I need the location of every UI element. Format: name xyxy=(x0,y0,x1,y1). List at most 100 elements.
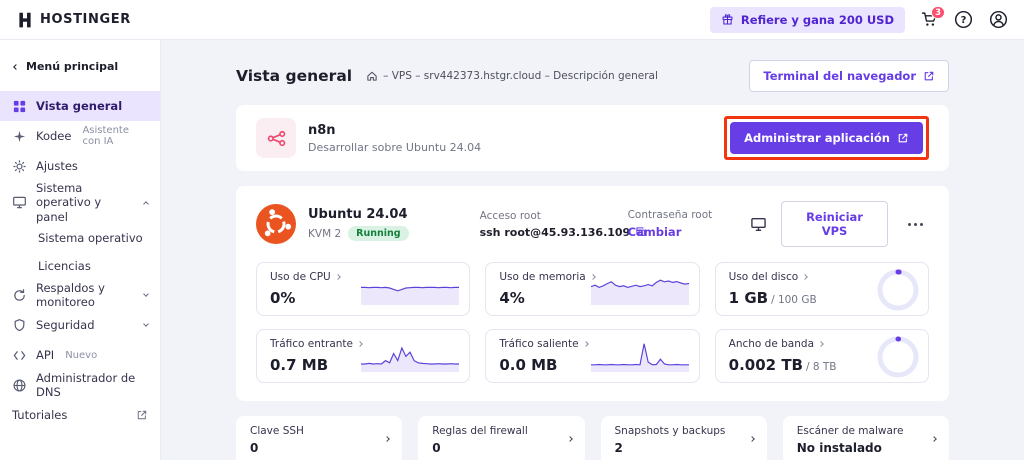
cart-count-badge: 3 xyxy=(931,6,945,19)
sidebar-item-vista-general[interactable]: Vista general xyxy=(0,91,160,121)
external-link-icon xyxy=(136,409,148,421)
restart-vps-button[interactable]: Reiniciar VPS xyxy=(781,201,889,247)
hostinger-logo[interactable]: HOSTINGER xyxy=(16,11,131,29)
sidebar-item-sistema-operativo-panel[interactable]: Sistema operativo y panel xyxy=(0,181,160,224)
hostinger-h-icon xyxy=(16,11,34,29)
chevron-right-icon xyxy=(384,436,390,442)
console-icon[interactable] xyxy=(750,216,767,233)
os-name: Ubuntu 24.04 xyxy=(308,207,480,222)
page-title: Vista general xyxy=(236,67,352,85)
sidebar-label: Administrador de DNS xyxy=(36,371,148,400)
ubuntu-logo-icon xyxy=(256,204,296,244)
manage-application-button[interactable]: Administrar aplicación xyxy=(730,122,923,154)
bandwidth-ring xyxy=(876,335,920,379)
chevron-right-icon xyxy=(749,436,755,442)
metrics-grid: Uso de CPU 0% Uso de memoria 4% Uso del … xyxy=(256,262,929,383)
main-content: Vista general – VPS – srv442373.hstgr.cl… xyxy=(161,40,1024,460)
card-label: Snapshots y backups xyxy=(615,425,753,437)
help-button[interactable]: ? xyxy=(954,10,973,29)
cpu-sparkline xyxy=(361,271,459,305)
root-access-label: Acceso root xyxy=(480,210,612,222)
sidebar-item-api[interactable]: API Nuevo xyxy=(0,340,160,370)
change-password-link[interactable]: Cambiar xyxy=(628,225,682,239)
metric-cpu-usage[interactable]: Uso de CPU 0% xyxy=(256,262,470,316)
sidebar-label: Ajustes xyxy=(36,159,78,173)
n8n-icon xyxy=(256,118,296,158)
sparkle-icon xyxy=(12,129,27,144)
chevron-up-icon xyxy=(144,199,148,206)
card-value: 0 xyxy=(250,441,388,455)
metric-disk-usage[interactable]: Uso del disco 1 GB/ 100 GB xyxy=(715,262,929,316)
refresh-icon xyxy=(12,288,27,303)
chevron-right-icon xyxy=(931,436,937,442)
firewall-rules-card[interactable]: Reglas del firewall 0 xyxy=(418,416,584,460)
profile-button[interactable] xyxy=(989,10,1008,29)
refer-and-earn-button[interactable]: Refiere y gana 200 USD xyxy=(710,7,905,33)
card-label: Clave SSH xyxy=(250,425,388,437)
metric-memory-usage[interactable]: Uso de memoria 4% xyxy=(485,262,699,316)
card-value: No instalado xyxy=(797,441,935,455)
chevron-down-icon xyxy=(144,325,148,326)
card-value: 0 xyxy=(432,441,570,455)
more-options-button[interactable] xyxy=(902,219,929,230)
metric-outbound-traffic[interactable]: Tráfico saliente 0.0 MB xyxy=(485,329,699,383)
topbar: HOSTINGER Refiere y gana 200 USD xyxy=(0,0,1024,40)
status-badge: Running xyxy=(348,226,408,241)
sidebar-subitem-licencias[interactable]: Licencias xyxy=(0,252,160,280)
restart-vps-label: Reiniciar VPS xyxy=(795,210,875,238)
ssh-key-card[interactable]: Clave SSH 0 xyxy=(236,416,402,460)
disk-usage-ring xyxy=(876,268,920,312)
shortcut-cards: Clave SSH 0 Reglas del firewall 0 Snapsh… xyxy=(236,416,949,460)
sidebar: Menú principal Vista general Kodee Asist… xyxy=(0,40,161,460)
metric-inbound-traffic[interactable]: Tráfico entrante 0.7 MB xyxy=(256,329,470,383)
sidebar-label-suffix: Nuevo xyxy=(65,350,97,361)
sidebar-label: Sistema operativo xyxy=(38,231,143,245)
sidebar-item-kodee[interactable]: Kodee Asistente con IA xyxy=(0,121,160,151)
card-label: Escáner de malware xyxy=(797,425,935,437)
back-to-main-menu[interactable]: Menú principal xyxy=(0,52,160,81)
manage-application-label: Administrar aplicación xyxy=(744,131,890,145)
sidebar-label: Seguridad xyxy=(36,318,95,332)
external-link-icon xyxy=(923,70,935,82)
sidebar-label: Kodee xyxy=(36,129,71,143)
card-value: 2 xyxy=(615,441,753,455)
grid-icon xyxy=(12,99,27,114)
metric-label: Ancho de banda xyxy=(729,338,814,350)
metric-label: Uso de memoria xyxy=(499,271,585,283)
gear-icon xyxy=(12,159,27,174)
sidebar-item-tutoriales[interactable]: Tutoriales xyxy=(0,400,160,430)
help-icon: ? xyxy=(954,10,973,29)
inbound-sparkline xyxy=(361,338,459,372)
malware-scanner-card[interactable]: Escáner de malware No instalado xyxy=(783,416,949,460)
sidebar-label: API xyxy=(36,348,54,362)
memory-sparkline xyxy=(591,271,689,305)
sidebar-label-suffix: Asistente con IA xyxy=(82,125,148,147)
snapshots-backups-card[interactable]: Snapshots y backups 2 xyxy=(601,416,767,460)
vps-card: Ubuntu 24.04 KVM 2 Running Acceso root s… xyxy=(236,186,949,401)
gift-icon xyxy=(721,13,734,26)
sidebar-subitem-sistema-operativo[interactable]: Sistema operativo xyxy=(0,224,160,252)
app-name: n8n xyxy=(308,123,481,138)
home-icon[interactable] xyxy=(366,70,378,82)
sidebar-item-administrador-dns[interactable]: Administrador de DNS xyxy=(0,370,160,400)
browser-terminal-button[interactable]: Terminal del navegador xyxy=(749,60,949,92)
metric-bandwidth[interactable]: Ancho de banda 0.002 TB/ 8 TB xyxy=(715,329,929,383)
brand-name: HOSTINGER xyxy=(40,12,131,27)
card-label: Reglas del firewall xyxy=(432,425,570,437)
sidebar-item-respaldos-monitoreo[interactable]: Respaldos y monitoreo xyxy=(0,280,160,310)
external-link-icon xyxy=(897,132,909,144)
breadcrumb-text: – VPS – srv442373.hstgr.cloud – Descripc… xyxy=(383,70,658,82)
cart-button[interactable]: 3 xyxy=(921,11,938,28)
metric-label: Tráfico entrante xyxy=(270,338,353,350)
sidebar-label: Licencias xyxy=(38,259,91,273)
back-label: Menú principal xyxy=(26,60,118,73)
breadcrumb: – VPS – srv442373.hstgr.cloud – Descripc… xyxy=(366,70,658,82)
sidebar-item-ajustes[interactable]: Ajustes xyxy=(0,151,160,181)
sidebar-item-seguridad[interactable]: Seguridad xyxy=(0,310,160,340)
hostinger-hpanel: HOSTINGER Refiere y gana 200 USD xyxy=(0,0,1024,460)
metric-label: Uso de CPU xyxy=(270,271,331,283)
shield-icon xyxy=(12,318,27,333)
sidebar-label: Respaldos y monitoreo xyxy=(36,281,135,310)
chevron-right-icon xyxy=(583,341,589,347)
terminal-button-label: Terminal del navegador xyxy=(763,69,916,83)
